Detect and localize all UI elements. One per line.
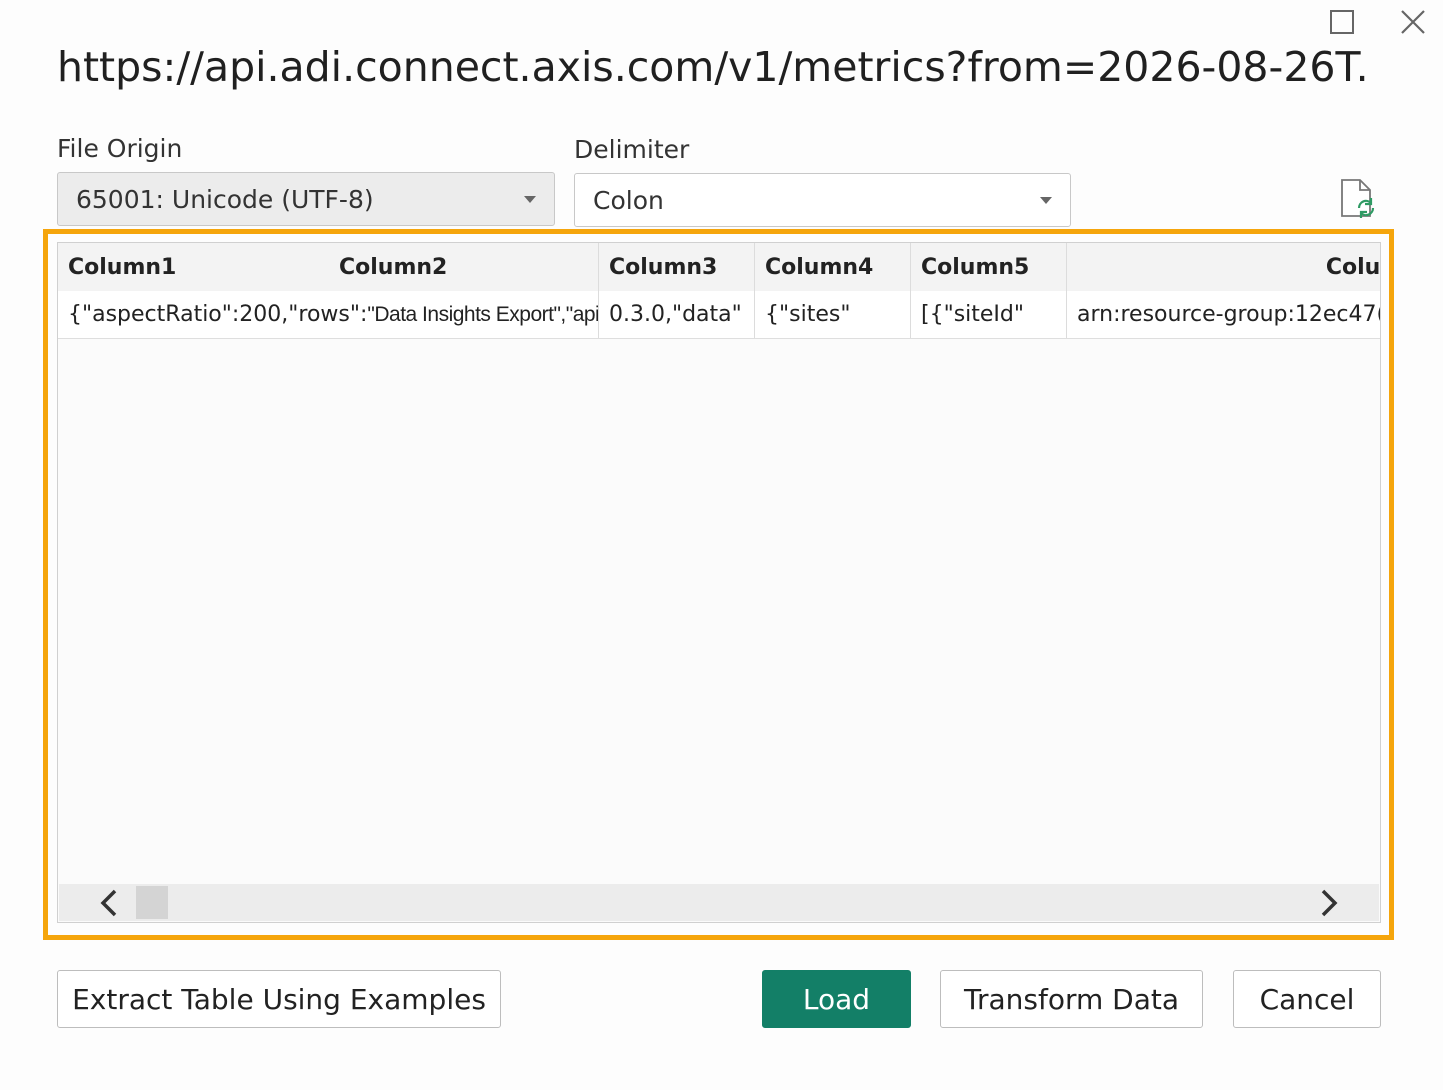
delimiter-select[interactable]: Colon [574,173,1071,227]
transform-data-button[interactable]: Transform Data [940,970,1203,1028]
column-header-1[interactable]: Column1 [58,243,599,291]
column-header-label: Column5 [921,254,1030,280]
horizontal-scrollbar[interactable] [59,884,1379,921]
table-cell: [{"siteId" [911,291,1067,338]
scroll-right-icon[interactable] [1309,884,1349,921]
cell-text: "Data Insights Export","apiVer [367,302,599,326]
file-origin-value: 65001: Unicode (UTF-8) [76,184,374,214]
cell-text: [{"siteId" [921,302,1025,327]
column-header-6[interactable]: Colun [1067,243,1381,291]
import-dialog: https://api.adi.connect.axis.com/v1/metr… [0,0,1443,1090]
column-header-2[interactable]: Column2 [339,243,447,291]
scrollbar-thumb[interactable] [136,886,168,919]
cancel-button[interactable]: Cancel [1233,970,1381,1028]
column-header-5[interactable]: Column5 [911,243,1067,291]
table-cell: 0.3.0,"data" [599,291,755,338]
delimiter-label: Delimiter [574,135,690,164]
maximize-icon[interactable] [1324,4,1360,40]
cell-text: {"aspectRatio":200,"rows": [68,302,368,327]
cell-text: {"sites" [765,302,851,327]
cell-text: 0.3.0,"data" [609,302,742,327]
chevron-down-icon [524,195,536,203]
refresh-file-icon[interactable] [1338,178,1376,220]
chevron-down-icon [1040,196,1052,204]
file-origin-select[interactable]: 65001: Unicode (UTF-8) [57,172,555,226]
dialog-title: https://api.adi.connect.axis.com/v1/metr… [57,43,1367,91]
column-header-label: Column4 [765,254,874,280]
table-row: {"aspectRatio":200,"rows": "Data Insights… [58,291,1381,339]
load-button[interactable]: Load [762,970,911,1028]
column-header-3[interactable]: Column3 [599,243,755,291]
cell-text: arn:resource-group:12ec47( [1077,302,1381,327]
preview-table: Column1 Column2 Column3 Column4 Column5 … [57,242,1381,923]
table-header-row: Column1 Column2 Column3 Column4 Column5 … [58,243,1381,292]
extract-table-button[interactable]: Extract Table Using Examples [57,970,501,1028]
table-cell: {"sites" [755,291,911,338]
close-icon[interactable] [1395,4,1431,40]
scroll-left-icon[interactable] [89,884,129,921]
column-header-4[interactable]: Column4 [755,243,911,291]
delimiter-value: Colon [593,185,664,215]
column-header-label: Column1 [68,254,177,280]
table-cell: {"aspectRatio":200,"rows": "Data Insights… [58,291,599,338]
table-cell: arn:resource-group:12ec47( [1067,291,1381,338]
column-header-label: Colun [1325,254,1381,280]
file-origin-label: File Origin [57,134,183,163]
column-header-label: Column3 [609,254,718,280]
